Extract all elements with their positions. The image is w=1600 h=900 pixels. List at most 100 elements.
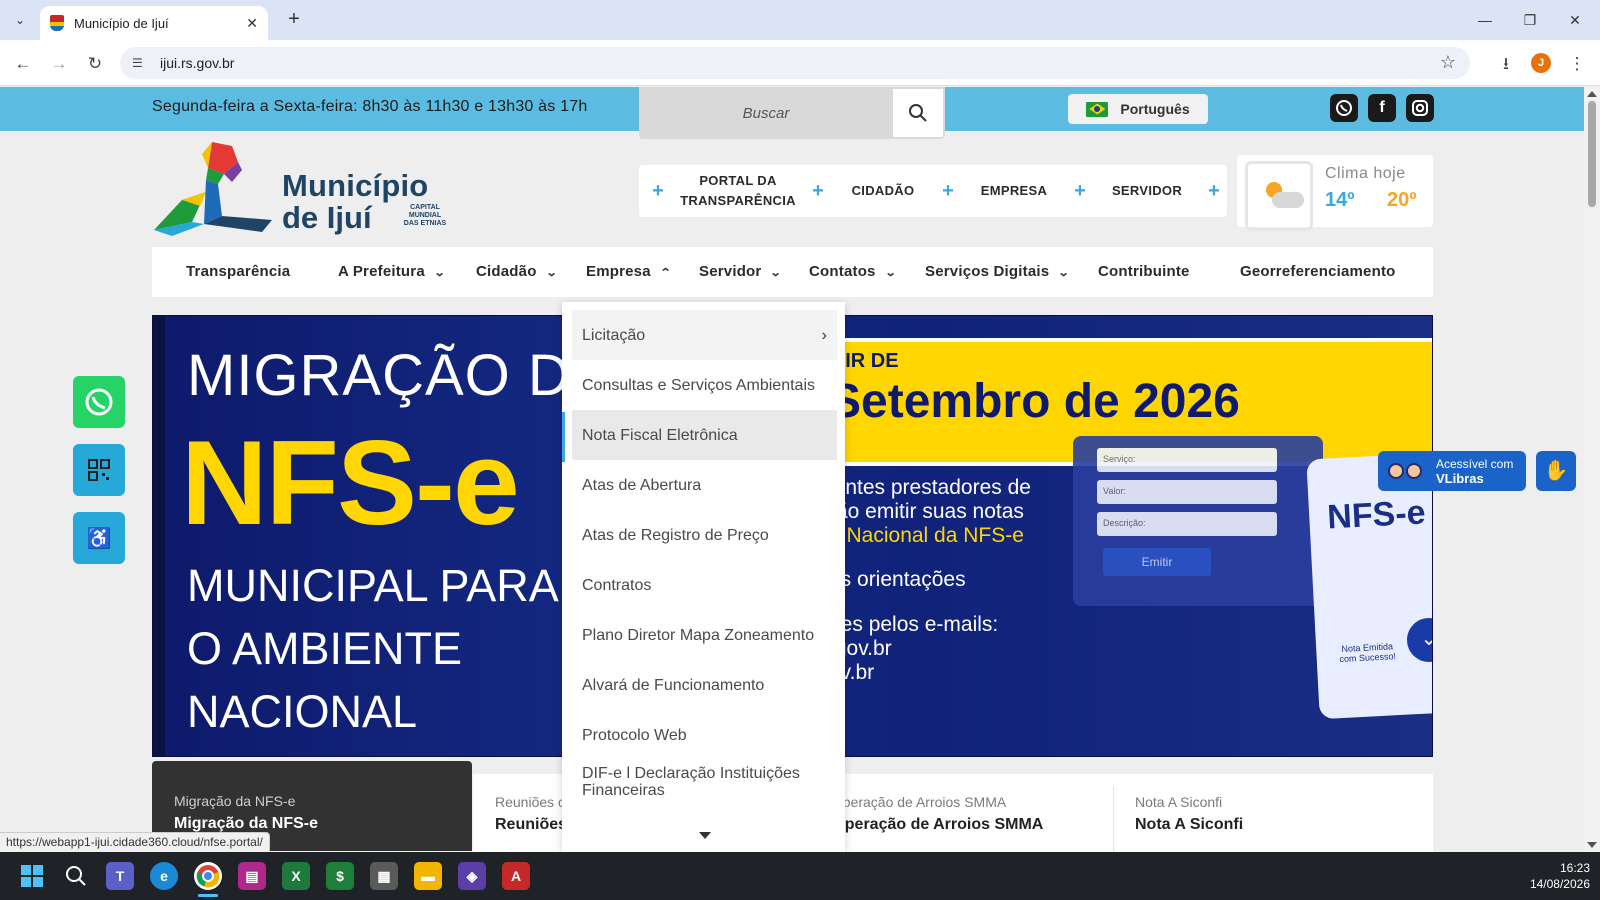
scroll-down-arrow-icon[interactable] (699, 832, 711, 839)
quicknav-servidor[interactable]: SERVIDOR (1091, 181, 1203, 201)
link-status-bubble: https://webapp1-ijui.cidade360.cloud/nfs… (0, 832, 270, 852)
page-scrollbar[interactable] (1584, 87, 1600, 852)
nav-cidadao[interactable]: Cidadão ⌄ (476, 263, 557, 280)
opening-hours: Segunda-feira a Sexta-feira: 8h30 às 11h… (152, 98, 588, 115)
hero-line1: MIGRAÇÃO DA (187, 343, 611, 408)
menu-kebab-icon[interactable]: ⋮ (1563, 50, 1591, 78)
menu-scroll-indicator[interactable] (562, 412, 565, 462)
vlibras-line1: Acessível com (1436, 457, 1514, 471)
clock-date: 14/08/2026 (1529, 877, 1590, 891)
excel-icon[interactable]: X (282, 862, 310, 890)
address-url: ijui.rs.gov.br (160, 55, 235, 71)
news-card[interactable]: uperação de Arroios SMMA uperação de Arr… (835, 794, 1043, 834)
empresa-dropdown-menu: Licitação › Consultas e Serviços Ambient… (562, 302, 845, 852)
language-selector[interactable]: Português (1068, 94, 1208, 124)
menu-item-licitacao[interactable]: Licitação › (572, 310, 837, 360)
menu-item-nota-fiscal[interactable]: Nota Fiscal Eletrônica (572, 410, 837, 460)
nav-transparencia[interactable]: Transparência (186, 263, 290, 280)
system-clock[interactable]: 16:23 14/08/2026 (1500, 860, 1590, 892)
windows-start-icon[interactable] (18, 862, 46, 890)
back-icon[interactable]: ← (9, 50, 37, 78)
finance-app-icon[interactable]: $ (326, 862, 354, 890)
nav-servicos-digitais[interactable]: Serviços Digitais ⌄ (925, 263, 1070, 280)
search-input[interactable] (639, 87, 893, 139)
clock-time: 16:23 (1559, 861, 1590, 875)
nav-contribuinte[interactable]: Contribuinte (1098, 263, 1190, 280)
quicknav-transparencia[interactable]: PORTAL DA TRANSPARÊNCIA (669, 171, 807, 211)
menu-item-dif-e[interactable]: DIF-e l Declaração Instituições Financei… (572, 760, 837, 804)
facebook-icon[interactable]: f (1368, 94, 1396, 122)
qr-code-button[interactable] (73, 444, 125, 496)
file-explorer-icon[interactable]: ▬ (414, 862, 442, 890)
chrome-icon[interactable] (194, 862, 222, 890)
site-info-icon[interactable]: ☰ (132, 56, 148, 70)
close-tab-icon[interactable]: ✕ (246, 15, 258, 32)
site-favicon-icon (50, 15, 64, 31)
calculator-icon[interactable]: ▦ (370, 862, 398, 890)
quicknav-cidadao[interactable]: CIDADÃO (829, 181, 937, 201)
new-tab-icon[interactable]: + (282, 8, 306, 32)
reload-icon[interactable]: ↻ (81, 50, 109, 78)
close-window-icon[interactable]: ✕ (1560, 8, 1590, 32)
menu-item-plano-diretor[interactable]: Plano Diretor Mapa Zoneamento (572, 610, 837, 660)
scrollbar-thumb[interactable] (1588, 101, 1596, 207)
news-divider (1113, 786, 1114, 856)
menu-item-protocolo-web[interactable]: Protocolo Web (572, 710, 837, 760)
active-app-indicator (198, 894, 218, 897)
vlibras-badge[interactable]: Acessível com VLibras (1378, 451, 1526, 491)
menu-item-contratos[interactable]: Contratos (572, 560, 837, 610)
menu-item-consultas-ambientais[interactable]: Consultas e Serviços Ambientais (572, 360, 837, 410)
nav-georreferenciamento[interactable]: Georreferenciamento (1240, 263, 1396, 280)
tab-search-icon[interactable]: ⌄ (8, 8, 32, 32)
whatsapp-icon[interactable] (1330, 94, 1358, 122)
language-label: Português (1120, 101, 1190, 117)
plus-icon: + (942, 179, 954, 202)
teams-icon[interactable]: T (106, 862, 134, 890)
hero-line2: NFS-e (181, 416, 520, 550)
hero-body-1: uintes prestadores de (829, 476, 1031, 499)
scroll-down-icon[interactable] (1587, 842, 1597, 848)
instagram-icon[interactable] (1406, 94, 1434, 122)
sign-language-hand-icon[interactable]: ✋ (1536, 451, 1576, 491)
menu-item-alvara[interactable]: Alvará de Funcionamento (572, 660, 837, 710)
vlibras-line2: VLibras (1436, 471, 1484, 486)
hero-accent-bar (153, 316, 165, 756)
chevron-up-icon: ⌃ (659, 267, 672, 279)
logo-title-line1: Município (282, 168, 429, 203)
news-card[interactable]: Nota A Siconfi Nota A Siconfi (1135, 794, 1243, 834)
search-icon[interactable] (62, 862, 90, 890)
hero-body-4: as orientações (829, 568, 966, 591)
notes-app-icon[interactable]: ▤ (238, 862, 266, 890)
download-icon[interactable]: ⭳ (1492, 50, 1520, 78)
logo-emblem-icon (154, 142, 272, 236)
menu-item-atas-registro[interactable]: Atas de Registro de Preço (572, 510, 837, 560)
edge-icon[interactable]: e (150, 862, 178, 890)
weather-min-temp: 14º (1325, 189, 1355, 211)
accessibility-button[interactable]: ♿ (73, 512, 125, 564)
nav-empresa[interactable]: Empresa ⌃ (586, 263, 672, 280)
forward-icon[interactable]: → (45, 50, 73, 78)
municipality-logo[interactable]: Município de Ijuí CAPITAL MUNDIAL DAS ET… (152, 140, 452, 236)
whatsapp-float-button[interactable] (73, 376, 125, 428)
nav-servidor[interactable]: Servidor ⌄ (699, 263, 782, 280)
qr-code-icon (88, 459, 110, 481)
scroll-up-icon[interactable] (1587, 91, 1597, 97)
menu-item-atas-abertura[interactable]: Atas de Abertura (572, 460, 837, 510)
restore-icon[interactable]: ❐ (1515, 8, 1545, 32)
minimize-icon[interactable]: — (1470, 8, 1500, 32)
quicknav-empresa[interactable]: EMPRESA (959, 181, 1069, 201)
news-title: Migração da NFS-e (174, 815, 319, 832)
search-button[interactable] (893, 89, 943, 137)
app-icon[interactable]: ◈ (458, 862, 486, 890)
profile-avatar[interactable]: J (1531, 53, 1551, 73)
address-bar[interactable]: ☰ ijui.rs.gov.br ☆ (120, 47, 1470, 79)
browser-tab[interactable]: Município de Ijuí ✕ (40, 6, 268, 40)
hero-nfse-card-illustration: NFS-e Nota Emitida com Sucesso! (1306, 452, 1432, 720)
news-card[interactable]: Reuniões c Reuniões (495, 794, 567, 834)
weather-widget: Clima hoje 14º 20º (1237, 155, 1433, 231)
bookmark-star-icon[interactable]: ☆ (1440, 52, 1456, 73)
vlibras-avatars-icon (1386, 457, 1428, 487)
nav-a-prefeitura[interactable]: A Prefeitura ⌄ (338, 263, 445, 280)
nav-contatos[interactable]: Contatos ⌄ (809, 263, 896, 280)
pdf-reader-icon[interactable]: A (502, 862, 530, 890)
